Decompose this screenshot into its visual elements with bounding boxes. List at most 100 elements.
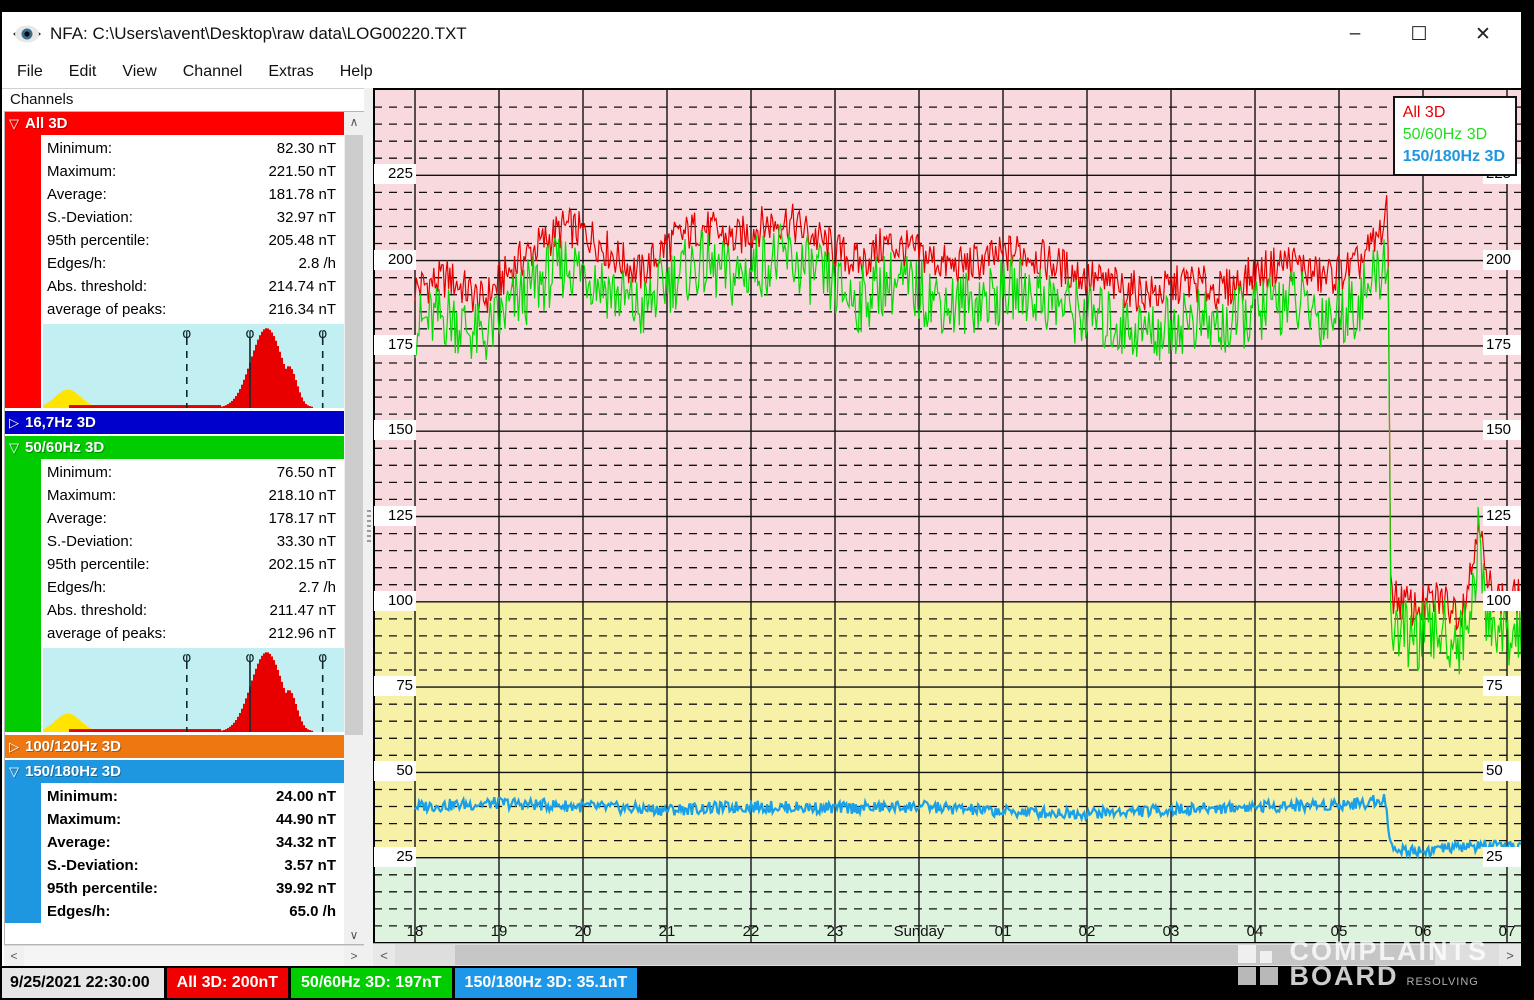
stat-label: Edges/h: [47, 576, 106, 599]
stat-row: Minimum:76.50 nT [43, 461, 340, 484]
channel-label: All 3D [25, 115, 68, 132]
chart-scroll-track[interactable] [395, 944, 1499, 966]
minimize-icon[interactable]: – [1323, 17, 1387, 51]
stat-row: S.-Deviation:32.97 nT [43, 206, 340, 229]
menu-view[interactable]: View [109, 63, 169, 81]
stat-row: Maximum: 221.50 nT [43, 160, 340, 183]
channels-vertical-scrollbar[interactable]: ∧ ∨ [344, 112, 364, 944]
channel-label: 16,7Hz 3D [25, 414, 96, 431]
expand-triangle-icon: ▷ [9, 415, 25, 431]
legend-item: All 3D [1403, 102, 1505, 124]
stat-value: 76.50 nT [277, 461, 336, 484]
x-axis-label: 20 [563, 923, 603, 940]
svg-text:φ: φ [318, 650, 327, 666]
stat-label: Maximum: [47, 808, 121, 831]
expand-triangle-icon: ▷ [9, 739, 25, 755]
chart-horizontal-scrollbar[interactable]: < > [373, 943, 1521, 966]
channel-stats: Minimum:76.50 nTMaximum:218.10 nTAverage… [43, 459, 340, 645]
stat-label: Edges/h: [47, 900, 110, 923]
close-icon[interactable]: ✕ [1451, 17, 1515, 51]
vertical-scroll-track[interactable] [344, 131, 364, 925]
y-axis-label-right: 150 [1483, 420, 1521, 440]
panel-splitter[interactable] [364, 88, 373, 966]
collapse-triangle-icon: ▽ [9, 440, 25, 456]
y-axis-label-left: 225 [374, 164, 416, 184]
channel-stats: Minimum:24.00 nTMaximum:44.90 nTAverage:… [43, 783, 340, 923]
menu-edit[interactable]: Edit [56, 63, 110, 81]
x-axis-label: 04 [1235, 923, 1275, 940]
stat-value: 65.0 /h [289, 900, 336, 923]
svg-text:φ: φ [245, 650, 254, 666]
legend-item: 150/180Hz 3D [1403, 146, 1505, 168]
channel-color-strip [5, 459, 41, 732]
stat-row: Abs. threshold:211.47 nT [43, 599, 340, 622]
horizontal-scroll-track[interactable] [24, 946, 344, 966]
stat-label: Edges/h: [47, 252, 106, 275]
menu-bar: FileEditViewChannelExtrasHelp [2, 56, 1521, 88]
menu-help[interactable]: Help [327, 63, 386, 81]
y-axis-label-right: 50 [1483, 761, 1521, 781]
status-chip: 50/60Hz 3D: 197nT [291, 968, 452, 998]
channel-label: 150/180Hz 3D [25, 763, 121, 780]
stat-label: 95th percentile: [47, 229, 150, 252]
menu-channel[interactable]: Channel [170, 63, 256, 81]
x-axis-label: 05 [1319, 923, 1359, 940]
stat-row: Abs. threshold:214.74 nT [43, 275, 340, 298]
screen: NFA: C:\Users\avent\Desktop\raw data\LOG… [0, 0, 1534, 1000]
stat-value: 24.00 nT [276, 785, 336, 808]
svg-text:φ: φ [318, 326, 327, 342]
stat-row: 95th percentile:202.15 nT [43, 553, 340, 576]
maximize-icon[interactable]: ☐ [1387, 17, 1451, 51]
scroll-right-icon[interactable]: > [344, 946, 364, 966]
stat-label: 95th percentile: [47, 553, 150, 576]
channel-histogram: φφφ [43, 324, 344, 408]
stat-row: 95th percentile:205.48 nT [43, 229, 340, 252]
stat-value: 33.30 nT [277, 530, 336, 553]
y-axis-label-left: 125 [374, 506, 416, 526]
status-chip: All 3D: 200nT [167, 968, 288, 998]
plot-area[interactable]: All 3D50/60Hz 3D150/180Hz 3D 25255050757… [373, 90, 1521, 943]
channel-header-50-60hz-3d[interactable]: ▽50/60Hz 3D [5, 436, 344, 459]
stat-value: 216.34 nT [268, 298, 336, 321]
channel-header-100-120hz-3d[interactable]: ▷100/120Hz 3D [5, 735, 344, 758]
x-axis-label: 03 [1151, 923, 1191, 940]
main-content: Channels ▽All 3DMinimum:82.30 nTMaximum:… [2, 88, 1521, 966]
scroll-up-icon[interactable]: ∧ [344, 112, 364, 131]
watermark-line2: BOARD [1290, 964, 1399, 988]
stat-label: Maximum: [47, 160, 116, 183]
svg-text:φ: φ [182, 326, 191, 342]
channel-color-strip [5, 783, 41, 923]
menu-extras[interactable]: Extras [255, 63, 326, 81]
channel-body-all-3d: Minimum:82.30 nTMaximum:221.50 nTAverage… [5, 135, 344, 408]
stat-label: average of peaks: [47, 622, 166, 645]
chart-scroll-thumb[interactable] [455, 945, 1435, 965]
channels-panel: Channels ▽All 3DMinimum:82.30 nTMaximum:… [2, 88, 364, 966]
stat-label: S.-Deviation: [47, 206, 133, 229]
channel-header-150-180hz-3d[interactable]: ▽150/180Hz 3D [5, 760, 344, 783]
channel-header-all-3d[interactable]: ▽All 3D [5, 112, 344, 135]
y-axis-label-right: 125 [1483, 506, 1521, 526]
chart-scroll-left-icon[interactable]: < [373, 944, 395, 966]
stat-row: Minimum: 24.00 nT [43, 785, 340, 808]
y-axis-label-left: 25 [374, 847, 416, 867]
y-axis-label-left: 50 [374, 761, 416, 781]
channel-header-16-7hz-3d[interactable]: ▷16,7Hz 3D [5, 411, 344, 434]
stat-label: average of peaks: [47, 298, 166, 321]
x-axis-label: 19 [479, 923, 519, 940]
app-window: NFA: C:\Users\avent\Desktop\raw data\LOG… [2, 12, 1521, 966]
scroll-down-icon[interactable]: ∨ [344, 925, 364, 944]
channel-body-150-180hz-3d: Minimum:24.00 nTMaximum:44.90 nTAverage:… [5, 783, 344, 923]
scroll-left-icon[interactable]: < [4, 946, 24, 966]
stat-row: S.-Deviation:33.30 nT [43, 530, 340, 553]
channel-color-strip [5, 135, 41, 408]
status-timestamp: 9/25/2021 22:30:00 [2, 968, 164, 998]
channels-horizontal-scrollbar[interactable]: < > [4, 945, 364, 966]
menu-file[interactable]: File [4, 63, 56, 81]
y-axis-label-right: 200 [1483, 250, 1521, 270]
chart-scroll-right-icon[interactable]: > [1499, 944, 1521, 966]
vertical-scroll-thumb[interactable] [345, 135, 363, 735]
channel-section-50-60hz-3d: ▽50/60Hz 3DMinimum:76.50 nTMaximum:218.1… [5, 436, 344, 732]
stat-label: Minimum: [47, 785, 118, 808]
stat-value: 221.50 nT [268, 160, 336, 183]
x-axis-label: 07 [1487, 923, 1521, 940]
